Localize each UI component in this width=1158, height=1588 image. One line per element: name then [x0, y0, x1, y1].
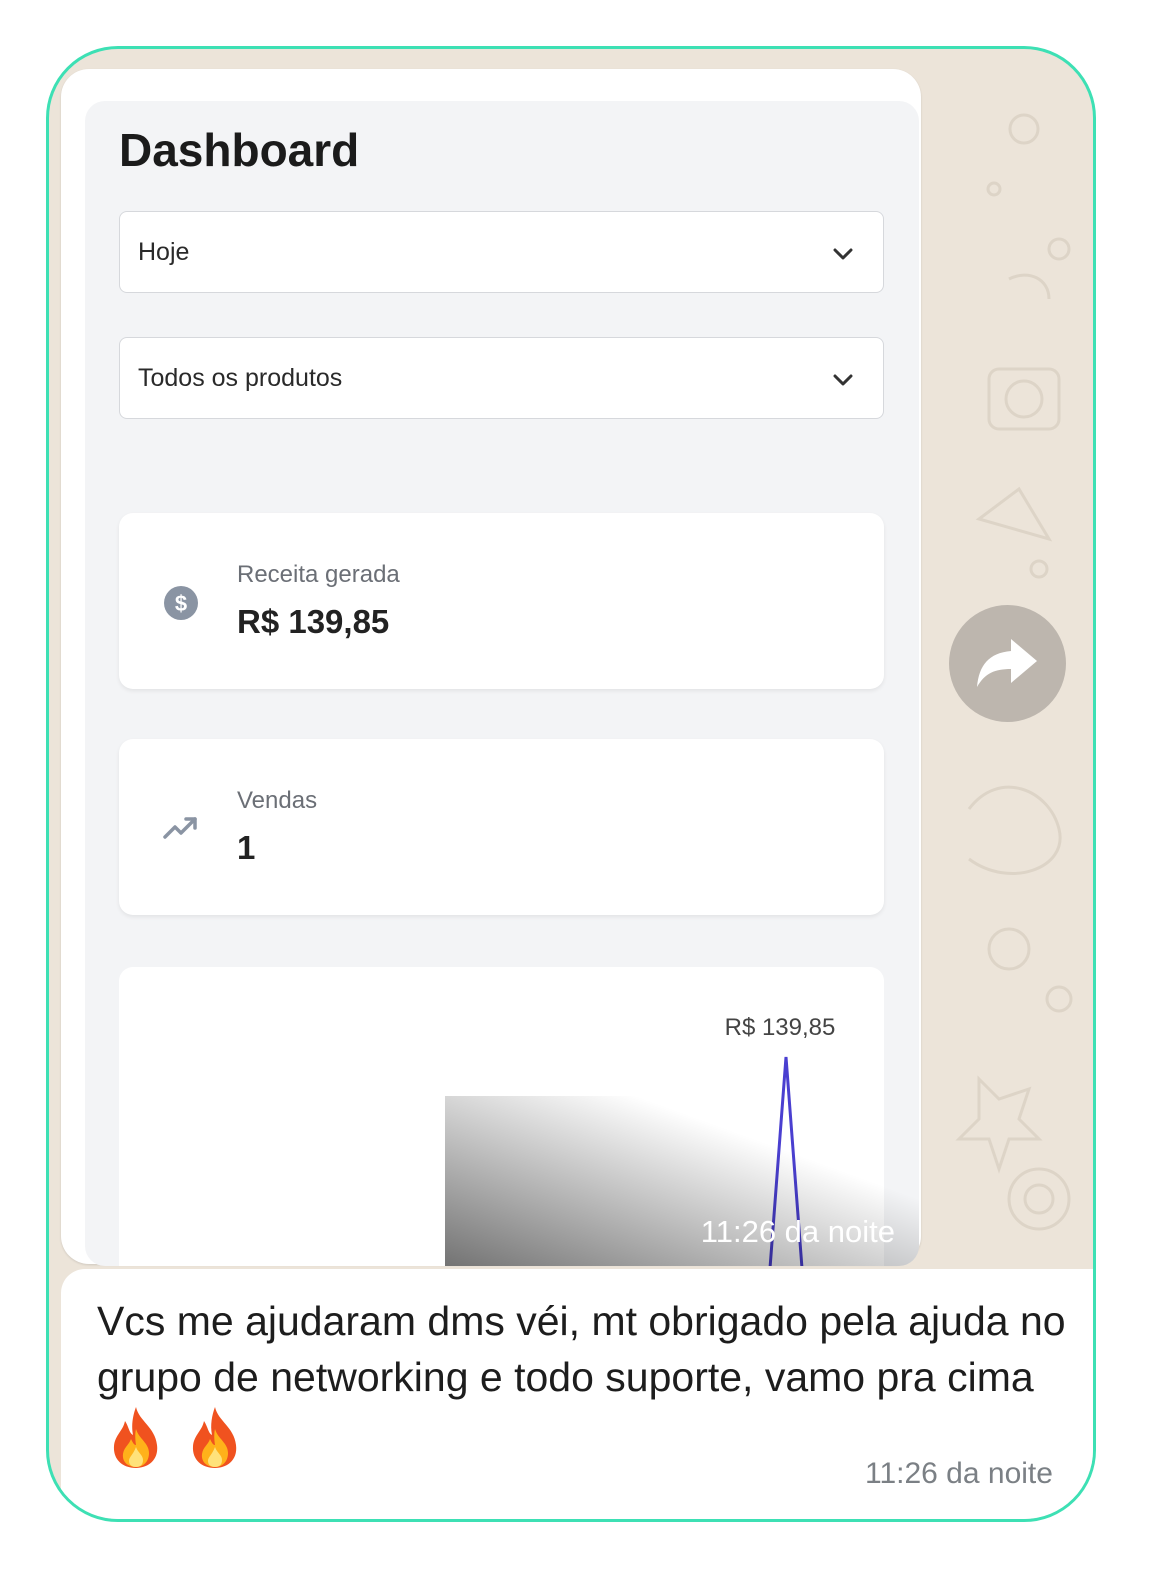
period-select-value: Hoje [138, 238, 190, 266]
sales-value: 1 [237, 829, 256, 866]
dollar-coin-icon: $ [164, 586, 198, 620]
fire-emoji [193, 1407, 237, 1468]
chevron-down-icon [833, 248, 853, 260]
forward-arrow-icon [977, 639, 1037, 687]
trending-up-icon [163, 817, 197, 839]
chevron-down-icon [833, 374, 853, 386]
chart-data-label: R$ 139,85 [725, 1014, 836, 1041]
sales-card: Vendas 1 [119, 739, 884, 915]
revenue-card: $ Receita gerada R$ 139,85 [119, 513, 884, 689]
text-message-content: Vcs me ajudaram dms véi, mt obrigado pel… [97, 1298, 1066, 1400]
text-message-timestamp: 11:26 da noite [865, 1457, 1053, 1490]
revenue-value: R$ 139,85 [237, 603, 390, 640]
fire-emoji [113, 1407, 158, 1468]
product-select-value: Todos os produtos [138, 364, 343, 392]
dashboard-screenshot[interactable]: Dashboard Hoje Todos os produtos $ Recei… [85, 101, 919, 1266]
image-message-timestamp: 11:26 da noite [700, 1214, 895, 1249]
period-select[interactable]: Hoje [119, 211, 884, 293]
product-select[interactable]: Todos os produtos [119, 337, 884, 419]
sales-label: Vendas [237, 787, 318, 814]
revenue-label: Receita gerada [237, 561, 400, 588]
page-title: Dashboard [119, 124, 360, 176]
svg-text:$: $ [175, 591, 187, 616]
forward-button[interactable] [949, 605, 1066, 722]
chat-frame: Dashboard Hoje Todos os produtos $ Recei… [46, 46, 1096, 1522]
text-message-bubble[interactable]: Vcs me ajudaram dms véi, mt obrigado pel… [61, 1269, 1093, 1519]
image-message-bubble[interactable]: Dashboard Hoje Todos os produtos $ Recei… [61, 69, 921, 1266]
text-message-body: Vcs me ajudaram dms véi, mt obrigado pel… [97, 1293, 1087, 1473]
